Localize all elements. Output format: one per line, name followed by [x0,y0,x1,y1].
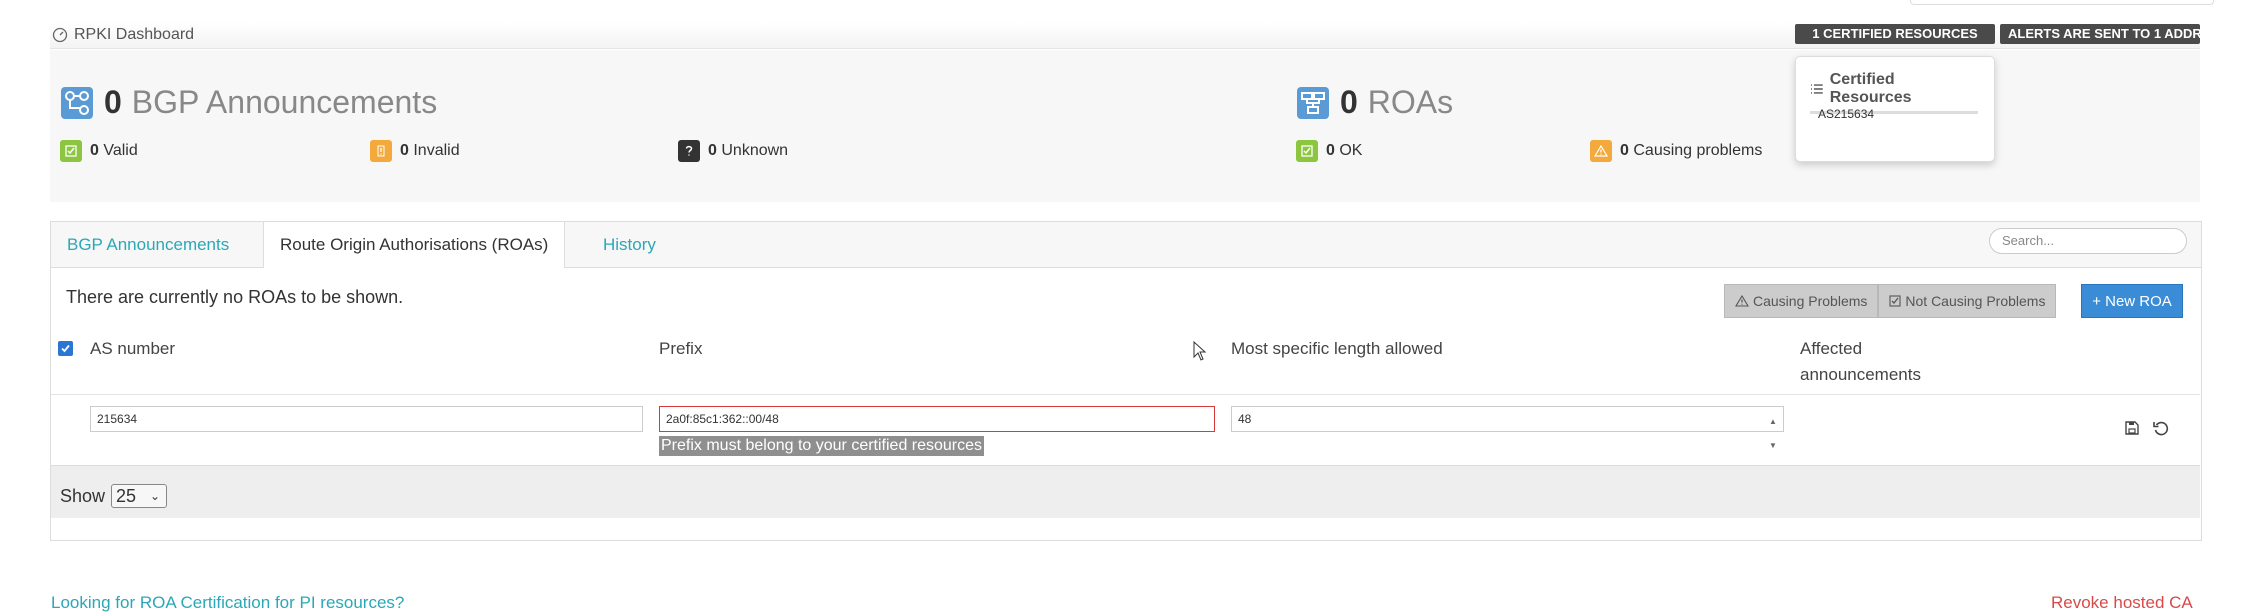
problems-label: Causing problems [1633,142,1763,159]
search-input[interactable]: Search... [1989,228,2187,254]
tab-bgp-announcements[interactable]: BGP Announcements [51,222,245,267]
stepper-down-icon[interactable]: ▼ [1769,434,1777,458]
save-icon[interactable] [2124,420,2140,441]
alerts-badge[interactable]: ALERTS ARE SENT TO 1 ADDR [2000,24,2200,44]
chevron-down-icon: ⌄ [149,489,161,503]
dashboard-gauge-icon [52,27,68,43]
check-icon [60,140,82,162]
as-number-input[interactable]: 215634 [90,406,643,432]
column-as-number[interactable]: AS number [90,339,175,359]
page-size-value: 25 [116,486,137,506]
not-causing-problems-filter-button[interactable]: Not Causing Problems [1878,284,2057,318]
bgp-label: BGP Announcements [131,84,438,120]
unknown-label: Unknown [721,142,789,159]
not-causing-problems-label: Not Causing Problems [1905,293,2046,309]
ok-count: 0 [1326,142,1335,159]
certified-resource-item: AS215634 [1818,107,1875,121]
roas-summary: 0 ROAs [1296,84,1453,121]
warning-icon [1735,295,1749,307]
certified-resources-badge[interactable]: 1 CERTIFIED RESOURCES [1795,24,1995,44]
invalid-label: Invalid [413,142,460,159]
tab-history[interactable]: History [587,222,672,267]
problems-count: 0 [1620,142,1629,159]
roas-label: ROAs [1367,84,1454,120]
checkbox-icon [1889,295,1901,307]
roa-list-icon [1297,86,1329,119]
new-roa-button[interactable]: + New ROA [2081,284,2183,318]
table-footer [51,465,2200,518]
column-prefix[interactable]: Prefix [659,339,702,359]
question-icon [678,140,700,162]
invalid-count: 0 [400,142,409,159]
valid-label: Valid [103,142,138,159]
max-length-stepper[interactable]: 48 ▲ ▼ [1231,406,1784,450]
bgp-valid-stat: 0 Valid [60,140,138,162]
pi-resources-link[interactable]: Looking for ROA Certification for PI res… [51,593,404,613]
tab-bar: BGP Announcements Route Origin Authorisa… [51,222,2201,268]
roas-problems-stat: 0 Causing problems [1590,140,1762,162]
page-size-control: Show 25 ⌄ [60,484,168,508]
empty-roas-message: There are currently no ROAs to be shown. [66,287,404,307]
network-nodes-icon [61,86,93,119]
popover-title-text: Certified Resources [1829,71,1912,106]
bgp-count: 0 [104,84,122,120]
stepper-up-icon[interactable]: ▲ [1769,410,1777,434]
unknown-count: 0 [708,142,717,159]
page-title-text: RPKI Dashboard [74,26,195,43]
causing-problems-label: Causing Problems [1753,293,1868,309]
revoke-hosted-ca-link[interactable]: Revoke hosted CA [2051,593,2193,613]
mouse-cursor-icon [1193,340,1207,366]
max-length-value: 48 [1238,412,1252,426]
stepper-arrows-icon[interactable]: ▲ ▼ [1767,410,1779,450]
tab-roas[interactable]: Route Origin Authorisations (ROAs) [263,222,566,268]
column-affected-line2[interactable]: announcements [1800,365,1921,385]
show-label: Show [60,485,106,506]
page-title: RPKI Dashboard [52,24,194,46]
prefix-error-message: Prefix must belong to your certified res… [659,436,985,456]
prefix-input[interactable]: 2a0f:85c1:362::00/48 [659,406,1215,432]
page-size-select[interactable]: 25 ⌄ [111,484,168,508]
top-input-fragment [1910,0,2214,5]
roas-count: 0 [1340,84,1358,120]
exclamation-icon [370,140,392,162]
roas-ok-stat: 0 OK [1296,140,1362,162]
check-icon [1296,140,1318,162]
column-affected-line1[interactable]: Affected [1800,339,1862,359]
select-all-checkbox[interactable] [58,341,73,356]
certified-resources-popover: Certified Resources AS215634 [1795,56,1995,162]
valid-count: 0 [90,142,99,159]
checkmark-icon [61,344,70,353]
bgp-invalid-stat: 0 Invalid [370,140,460,162]
warning-triangle-icon [1590,140,1612,162]
undo-icon[interactable] [2152,419,2170,442]
filter-button-group: Causing Problems Not Causing Problems [1724,284,2057,318]
bgp-unknown-stat: 0 Unknown [678,140,788,162]
ok-label: OK [1339,142,1363,159]
column-max-length[interactable]: Most specific length allowed [1231,339,1443,359]
causing-problems-filter-button[interactable]: Causing Problems [1724,284,1879,318]
list-icon [1810,84,1823,94]
bgp-announcements-summary: 0 BGP Announcements [60,84,437,121]
